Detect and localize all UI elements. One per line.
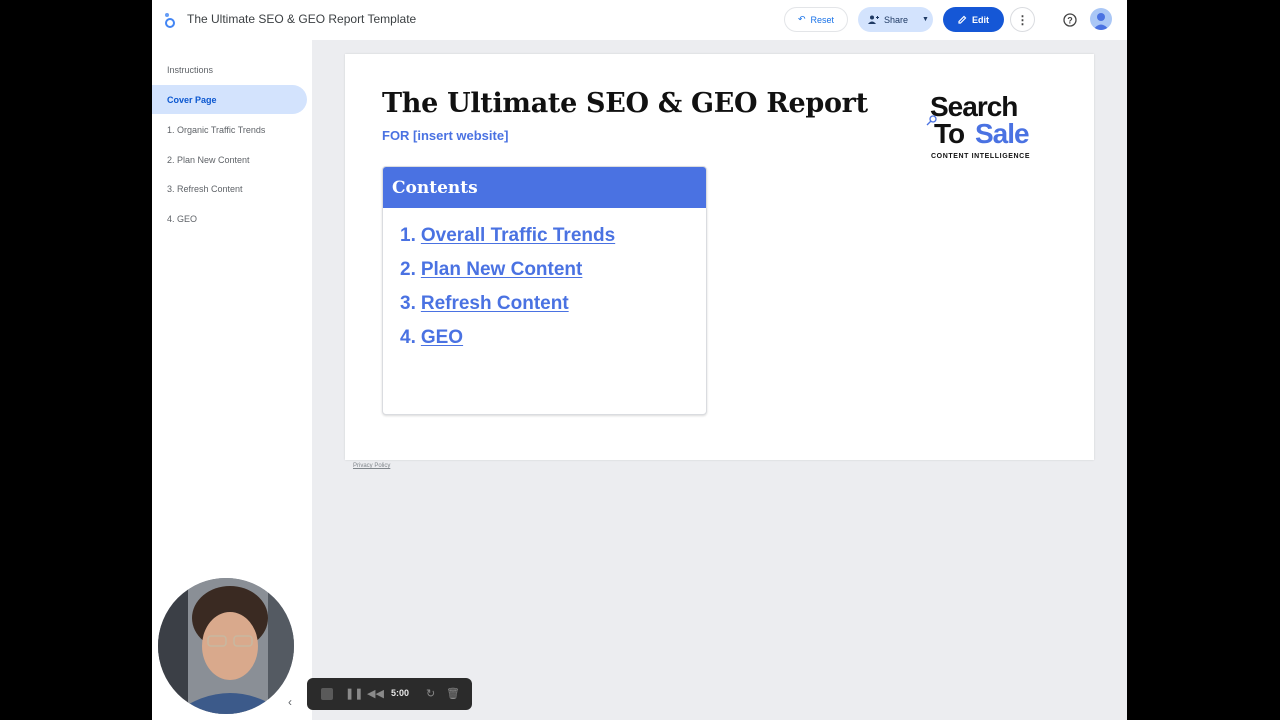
caret-down-icon: ▼: [922, 16, 929, 23]
top-bar: The Ultimate SEO & GEO Report Template ↶…: [152, 0, 1127, 40]
sidebar-item-label: Instructions: [167, 64, 214, 75]
more-vert-icon: ⋮: [1016, 12, 1029, 27]
collapse-sidebar-chevron-icon[interactable]: ‹: [288, 695, 292, 709]
account-avatar[interactable]: [1090, 8, 1112, 30]
help-button[interactable]: ?: [1057, 7, 1082, 32]
sidebar-item-plan-new-content[interactable]: 2. Plan New Content: [152, 145, 307, 174]
contents-card: Contents 1. Overall Traffic Trends 2. Plan…: [382, 166, 707, 415]
app-window: The Ultimate SEO & GEO Report Template ↶…: [152, 0, 1127, 720]
webcam-bubble[interactable]: [156, 576, 296, 716]
share-dropdown-button[interactable]: ▼: [918, 7, 933, 32]
sidebar-item-refresh-content[interactable]: 3. Refresh Content: [152, 174, 307, 203]
restart-icon[interactable]: ↻: [426, 687, 435, 700]
document-title[interactable]: The Ultimate SEO & GEO Report Template: [187, 12, 416, 26]
toc-number: 3.: [400, 293, 416, 314]
search-to-sale-logo: Search To Sale CONTENT INTELLIGENCE: [926, 92, 1050, 166]
toc-link[interactable]: Refresh Content: [421, 293, 569, 314]
looker-studio-logo-icon[interactable]: [163, 11, 177, 29]
edit-button[interactable]: Edit: [943, 7, 1004, 32]
pencil-icon: [958, 15, 967, 24]
presenter-video-image: [158, 578, 294, 714]
toc-item-refresh-content[interactable]: 3. Refresh Content: [400, 293, 569, 315]
brand-wordmark-to: To: [934, 118, 965, 149]
recording-timer: 5:00: [391, 688, 410, 698]
sidebar-item-label: Cover Page: [167, 94, 217, 105]
sidebar-item-label: 2. Plan New Content: [167, 154, 250, 165]
help-icon: ?: [1062, 12, 1077, 27]
svg-text:?: ?: [1067, 15, 1073, 25]
share-button-label: Share: [883, 14, 909, 25]
toc-number: 4.: [400, 327, 416, 348]
brand-tagline: CONTENT INTELLIGENCE: [931, 153, 1031, 160]
toc-number: 2.: [400, 259, 416, 280]
edit-button-label: Edit: [972, 14, 989, 25]
toc-link[interactable]: Plan New Content: [421, 259, 583, 280]
share-button[interactable]: Share: [858, 7, 918, 32]
report-canvas: The Ultimate SEO & GEO Report FOR [inser…: [345, 54, 1094, 460]
sidebar-item-cover-page[interactable]: Cover Page: [152, 85, 307, 114]
privacy-policy-link[interactable]: Privacy Policy: [353, 463, 390, 469]
toc-link[interactable]: Overall Traffic Trends: [421, 225, 615, 246]
sidebar-item-label: 1. Organic Traffic Trends: [167, 124, 266, 135]
toc-item-plan-new-content[interactable]: 2. Plan New Content: [400, 259, 582, 281]
rewind-icon[interactable]: ◀◀: [367, 687, 384, 700]
person-icon: [1093, 13, 1109, 30]
undo-icon: ↶: [797, 14, 806, 24]
reset-button[interactable]: ↶ Reset: [784, 7, 848, 32]
report-title: The Ultimate SEO & GEO Report: [382, 88, 868, 119]
report-subtitle: FOR [insert website]: [382, 128, 509, 143]
sidebar-item-organic-traffic-trends[interactable]: 1. Organic Traffic Trends: [152, 115, 307, 144]
toc-number: 1.: [400, 225, 416, 246]
sidebar-item-label: 4. GEO: [167, 213, 198, 224]
screen-recorder-bar: ❚❚ ◀◀ 5:00 ↻ 🗑: [307, 678, 472, 710]
contents-heading: Contents: [383, 167, 706, 208]
sidebar-item-geo[interactable]: 4. GEO: [152, 204, 307, 233]
sidebar-item-instructions[interactable]: Instructions: [152, 55, 307, 84]
brand-wordmark-sale: Sale: [975, 118, 1030, 149]
add-person-icon: [867, 15, 879, 24]
pause-icon[interactable]: ❚❚: [345, 687, 363, 700]
stop-record-icon[interactable]: [321, 688, 333, 700]
toc-item-geo[interactable]: 4. GEO: [400, 327, 463, 349]
toc-link[interactable]: GEO: [421, 327, 463, 348]
more-options-button[interactable]: ⋮: [1010, 7, 1035, 32]
trash-icon[interactable]: 🗑: [446, 687, 460, 700]
toc-item-overall-traffic-trends[interactable]: 1. Overall Traffic Trends: [400, 225, 615, 247]
reset-button-label: Reset: [810, 14, 835, 25]
sidebar-item-label: 3. Refresh Content: [167, 183, 243, 194]
